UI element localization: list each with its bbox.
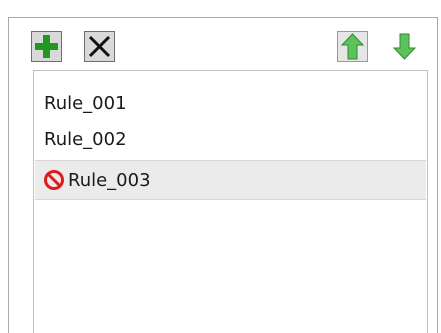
x-icon	[84, 31, 115, 62]
rule-label: Rule_003	[68, 169, 151, 191]
add-rule-button[interactable]	[31, 31, 62, 62]
rules-list[interactable]: Rule_001 Rule_002 Rule_003	[33, 70, 428, 333]
disabled-icon	[44, 170, 64, 190]
move-down-button[interactable]	[389, 31, 420, 62]
move-up-button[interactable]	[337, 31, 368, 62]
plus-icon	[31, 31, 62, 62]
rule-label: Rule_002	[44, 128, 127, 150]
delete-rule-button[interactable]	[84, 31, 115, 62]
rule-item-2[interactable]: Rule_002	[35, 119, 426, 159]
rules-panel: Rule_001 Rule_002 Rule_003	[0, 0, 441, 333]
arrow-up-icon	[337, 31, 368, 62]
arrow-down-icon	[389, 31, 420, 62]
rule-item-1[interactable]: Rule_001	[35, 83, 426, 123]
rule-item-3[interactable]: Rule_003	[35, 160, 426, 200]
rule-label: Rule_001	[44, 92, 127, 114]
